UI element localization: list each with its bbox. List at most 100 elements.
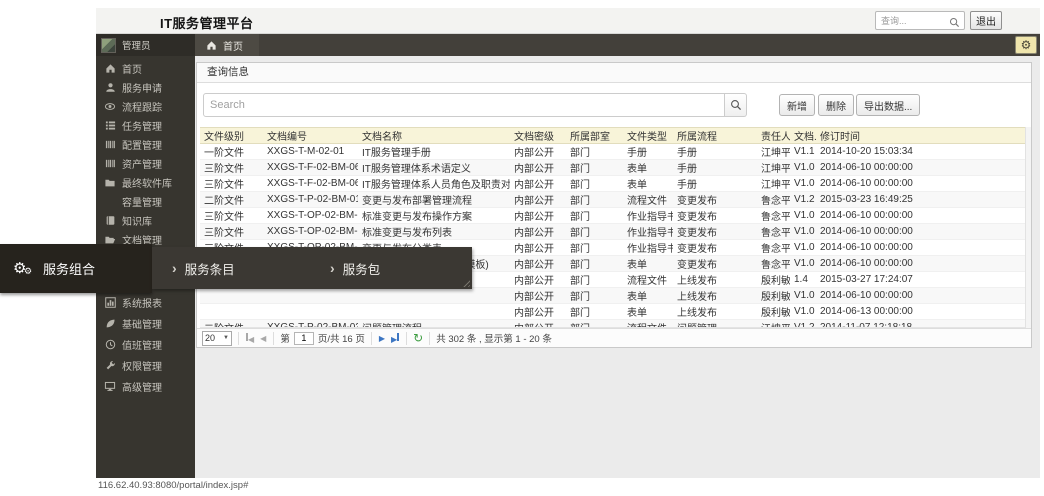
cell: 表单 bbox=[623, 288, 673, 304]
page-size-select[interactable]: 20▼ bbox=[202, 331, 232, 346]
cell: 表单 bbox=[623, 176, 673, 192]
settings-gear-button[interactable]: ⚙ bbox=[1015, 36, 1037, 54]
cell: 部门 bbox=[566, 224, 623, 240]
page-number-input[interactable] bbox=[294, 332, 314, 345]
cell: V1.0 bbox=[790, 176, 816, 192]
table-row-4[interactable]: 二阶文件XXGS-T-P-02-BM-01变更与发布部署管理流程内部公开部门流程… bbox=[200, 192, 1025, 208]
sidebar-item-1[interactable]: 首页 bbox=[96, 59, 195, 78]
cell: 标准变更与发布操作方案 bbox=[358, 208, 510, 224]
sidebar-item-label: 基础管理 bbox=[122, 316, 162, 331]
sidebar-item-11[interactable]: 系统报表 bbox=[96, 292, 195, 313]
last-page-button[interactable]: ▶ bbox=[390, 333, 400, 344]
user-name: 管理员 bbox=[122, 38, 151, 52]
column-header[interactable]: 文档名称 bbox=[358, 128, 510, 144]
sidebar-item-14[interactable]: 权限管理 bbox=[96, 355, 195, 376]
refresh-icon[interactable]: ↻ bbox=[413, 333, 423, 343]
query-panel: 查询信息 新增 删除 导出数据... 文件级别文档编号文档名称文档密级所属部室文… bbox=[196, 62, 1032, 348]
prev-page-button[interactable]: ◀ bbox=[259, 334, 267, 343]
next-page-button[interactable]: ▶ bbox=[378, 334, 386, 343]
resize-handle[interactable] bbox=[461, 278, 470, 287]
cell: 鲁念平 bbox=[757, 192, 790, 208]
column-header[interactable]: 文件级别 bbox=[200, 128, 263, 144]
cell: 三阶文件 bbox=[200, 208, 263, 224]
cell: 鲁念平 bbox=[757, 240, 790, 256]
cell: 表单 bbox=[623, 256, 673, 272]
table-search-input[interactable] bbox=[203, 93, 725, 117]
sidebar-item-4[interactable]: 任务管理 bbox=[96, 116, 195, 135]
chart-icon bbox=[104, 297, 116, 309]
table-row-1[interactable]: 一阶文件XXGS-T-M-02-01IT服务管理手册内部公开部门手册手册江坤平V… bbox=[200, 144, 1025, 160]
column-header[interactable]: 文档... bbox=[790, 128, 816, 144]
cell: 2014-06-10 00:00:00 bbox=[816, 240, 1025, 256]
flyout-item-1[interactable]: ›服务条目 bbox=[152, 259, 310, 278]
sidebar-item-8[interactable]: 容量管理 bbox=[96, 192, 195, 211]
sidebar-item-6[interactable]: 资产管理 bbox=[96, 154, 195, 173]
sidebar-item-13[interactable]: 值班管理 bbox=[96, 334, 195, 355]
table-row-12[interactable]: 二阶文件XXGS-T-P-02-BM-03问题管理流程内部公开部门流程文件问题管… bbox=[200, 320, 1025, 329]
panel-title: 查询信息 bbox=[197, 63, 1031, 83]
sidebar-nav-top: 首页服务申请流程跟踪任务管理配置管理资产管理最终软件库容量管理知识库文档管理 bbox=[96, 59, 195, 249]
cell: 部门 bbox=[566, 144, 623, 160]
column-header[interactable]: 修订时间 bbox=[816, 128, 1025, 144]
cell: 三阶文件 bbox=[200, 224, 263, 240]
cell: 三阶文件 bbox=[200, 160, 263, 176]
sidebar-item-label: 流程跟踪 bbox=[122, 99, 162, 114]
cell: XXGS-T-F-02-BM-060 bbox=[263, 160, 358, 176]
sidebar-item-7[interactable]: 最终软件库 bbox=[96, 173, 195, 192]
column-header[interactable]: 文档编号 bbox=[263, 128, 358, 144]
sidebar-item-service-portfolio[interactable]: ⚙⚙ 服务组合 bbox=[0, 244, 152, 293]
sidebar-item-label: 首页 bbox=[122, 61, 142, 76]
cell: 问题管理 bbox=[673, 320, 757, 329]
table-row-6[interactable]: 三阶文件XXGS-T-OP-02-BM-002标准变更与发布列表内部公开部门作业… bbox=[200, 224, 1025, 240]
page-size-value: 20 bbox=[205, 333, 215, 343]
column-header[interactable]: 责任人 bbox=[757, 128, 790, 144]
sidebar-nav-bottom: 系统报表基础管理值班管理权限管理高级管理 bbox=[96, 292, 195, 397]
logout-button[interactable]: 退出 bbox=[970, 11, 1002, 30]
first-page-button[interactable]: ◀ bbox=[245, 333, 255, 344]
sidebar-item-5[interactable]: 配置管理 bbox=[96, 135, 195, 154]
cell: 部门 bbox=[566, 160, 623, 176]
table-row-2[interactable]: 三阶文件XXGS-T-F-02-BM-060IT服务管理体系术语定义内部公开部门… bbox=[200, 160, 1025, 176]
column-header[interactable]: 文件类型 bbox=[623, 128, 673, 144]
table-scrollbar[interactable] bbox=[1025, 127, 1031, 328]
table-search-button[interactable] bbox=[725, 93, 747, 117]
delete-button[interactable]: 删除 bbox=[818, 94, 854, 116]
cell: 内部公开 bbox=[510, 224, 566, 240]
cell: V1.0 bbox=[790, 304, 816, 320]
sidebar-item-2[interactable]: 服务申请 bbox=[96, 78, 195, 97]
pagination-bar: 20▼ ◀ ◀ 第 页/共 16 页 ▶ ▶ ↻ 共 302 条 , 显示第 1… bbox=[197, 328, 1031, 347]
cell: 变更发布 bbox=[673, 224, 757, 240]
add-button[interactable]: 新增 bbox=[779, 94, 815, 116]
sidebar-item-12[interactable]: 基础管理 bbox=[96, 313, 195, 334]
table-row-3[interactable]: 三阶文件XXGS-T-F-02-BM-061IT服务管理体系人员角色及职责对照表… bbox=[200, 176, 1025, 192]
column-header[interactable]: 所属流程 bbox=[673, 128, 757, 144]
cell: 流程文件 bbox=[623, 272, 673, 288]
tab-home[interactable]: 首页 bbox=[195, 34, 259, 56]
cell: V1.0 bbox=[790, 208, 816, 224]
sidebar-item-3[interactable]: 流程跟踪 bbox=[96, 97, 195, 116]
sidebar-item-label: 高级管理 bbox=[122, 379, 162, 394]
cell: XXGS-T-F-02-BM-061 bbox=[263, 176, 358, 192]
flyout-item-2[interactable]: ›服务包 bbox=[310, 259, 468, 278]
user-menu[interactable]: 管理员 bbox=[96, 34, 195, 56]
cell: V1.0 bbox=[790, 224, 816, 240]
cell bbox=[358, 304, 510, 320]
cell: V1.2 bbox=[790, 192, 816, 208]
export-button[interactable]: 导出数据... bbox=[856, 94, 920, 116]
table-row-5[interactable]: 三阶文件XXGS-T-OP-02-BM-001标准变更与发布操作方案内部公开部门… bbox=[200, 208, 1025, 224]
cell: V1.0 bbox=[790, 160, 816, 176]
cell: 流程文件 bbox=[623, 320, 673, 329]
cell: XXGS-T-P-02-BM-01 bbox=[263, 192, 358, 208]
sidebar-item-15[interactable]: 高级管理 bbox=[96, 376, 195, 397]
sidebar-item-label: 值班管理 bbox=[122, 337, 162, 352]
table-row-11[interactable]: 内部公开部门表单上线发布殷利敏V1.02014-06-13 00:00:00 bbox=[200, 304, 1025, 320]
column-header[interactable]: 所属部室 bbox=[566, 128, 623, 144]
cell: 江坤平 bbox=[757, 176, 790, 192]
cell: 江坤平 bbox=[757, 320, 790, 329]
cell: 殷利敏 bbox=[757, 272, 790, 288]
sidebar-item-9[interactable]: 知识库 bbox=[96, 211, 195, 230]
cell: 内部公开 bbox=[510, 272, 566, 288]
cell: 2015-03-27 17:24:07 bbox=[816, 272, 1025, 288]
column-header[interactable]: 文档密级 bbox=[510, 128, 566, 144]
cell: V1.2 bbox=[790, 320, 816, 329]
